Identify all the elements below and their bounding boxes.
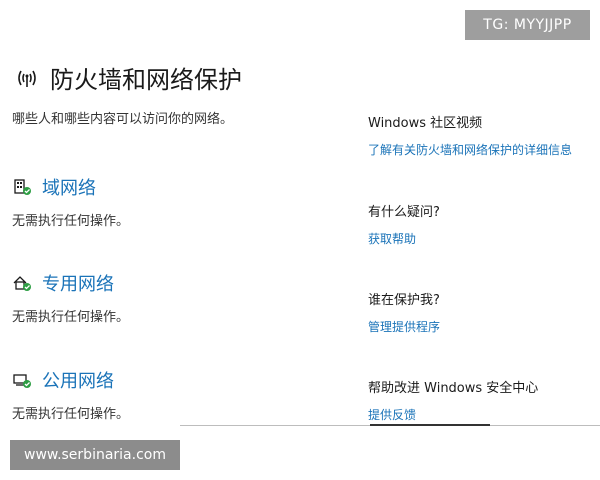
public-network-icon: [13, 374, 31, 388]
sidebar-heading: 有什么疑问?: [368, 205, 440, 220]
manage-providers-link[interactable]: 管理提供程序: [368, 318, 440, 335]
private-network-section[interactable]: 专用网络 无需执行任何操作。: [12, 270, 129, 325]
domain-network-link[interactable]: 域网络: [42, 174, 96, 200]
private-network-icon: [13, 276, 31, 291]
watermark-top: TG: MYYJJPP: [465, 10, 590, 40]
sidebar-heading: 帮助改进 Windows 安全中心: [368, 381, 539, 396]
firewall-page: TG: MYYJJPP 防火墙和网络保护 哪些人和哪些内容可以访问你的网络。 域…: [0, 0, 600, 480]
page-title: 防火墙和网络保护: [50, 66, 242, 94]
public-network-section[interactable]: 公用网络 无需执行任何操作。: [12, 367, 129, 422]
bottom-divider-accent: [370, 424, 490, 426]
watermark-bottom: www.serbinaria.com: [10, 440, 180, 470]
domain-network-icon: [14, 179, 31, 195]
page-header: 防火墙和网络保护: [12, 60, 242, 95]
domain-network-status: 无需执行任何操作。: [12, 214, 130, 229]
sidebar-heading: Windows 社区视频: [368, 116, 483, 131]
public-network-status: 无需执行任何操作。: [12, 407, 130, 422]
sidebar-who-protects: 谁在保护我? 管理提供程序: [368, 289, 440, 335]
wifi-signal-icon: [18, 70, 36, 87]
learn-more-link[interactable]: 了解有关防火墙和网络保护的详细信息: [368, 141, 572, 158]
domain-network-section[interactable]: 域网络 无需执行任何操作。: [12, 174, 129, 229]
private-network-link[interactable]: 专用网络: [42, 270, 114, 296]
sidebar-improve: 帮助改进 Windows 安全中心 提供反馈: [368, 377, 538, 423]
sidebar-questions: 有什么疑问? 获取帮助: [368, 201, 440, 247]
sidebar-community-videos: Windows 社区视频 了解有关防火墙和网络保护的详细信息: [368, 112, 572, 158]
give-feedback-link[interactable]: 提供反馈: [368, 406, 538, 423]
public-network-link[interactable]: 公用网络: [42, 367, 114, 393]
private-network-status: 无需执行任何操作。: [12, 310, 130, 325]
get-help-link[interactable]: 获取帮助: [368, 230, 440, 247]
sidebar-heading: 谁在保护我?: [368, 293, 440, 308]
page-subtitle: 哪些人和哪些内容可以访问你的网络。: [12, 112, 234, 127]
